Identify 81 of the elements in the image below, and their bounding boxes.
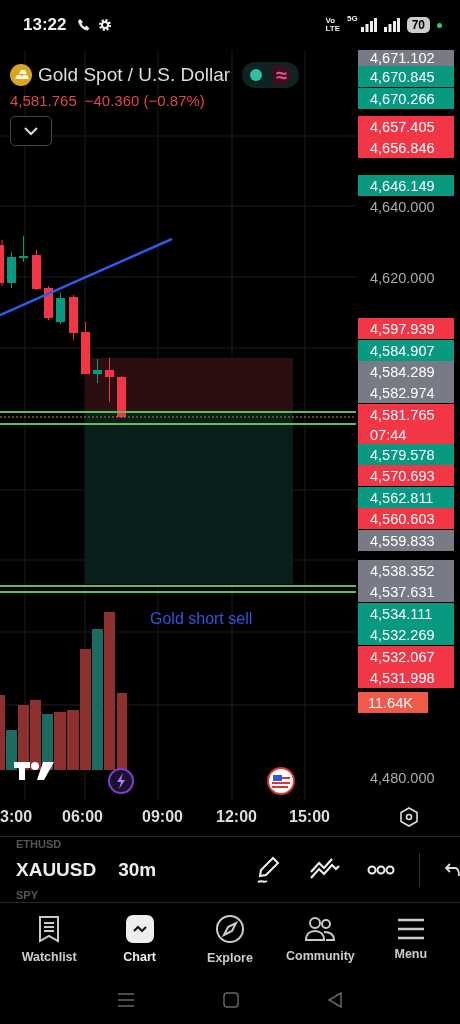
signal-icon [383,18,400,32]
time-axis-label: 15:00 [289,808,330,826]
price-axis-label: 4,620.000 [369,268,436,288]
chevron-down-icon [24,126,38,136]
volume-bar [30,700,41,770]
chart-icon [125,914,154,943]
clock: 13:22 [23,15,67,35]
interval-selector[interactable]: 30m [118,858,157,881]
candlestick [56,292,65,325]
back-icon[interactable] [327,992,343,1008]
price-tag: 4,532.067 [358,646,454,667]
volte-indicator: Vo LTE [325,17,340,33]
price-axis-label: 4,480.000 [369,768,436,788]
price-tag: 4,532.269 [358,624,454,645]
price-tag: 4,562.811 [358,487,454,508]
candlestick [105,357,114,403]
network-type: 5G [346,14,358,23]
price-tag: 4,657.405 [358,116,454,137]
price-tag: 4,646.149 [358,175,454,196]
settings-icon[interactable] [399,807,419,827]
nav-tab[interactable]: Menu [365,903,457,975]
logo-icon [13,760,55,782]
phone-icon [77,18,92,32]
privacy-dot [437,22,442,28]
time-axis-label: 3:00 [0,808,33,826]
volume-bar [54,712,66,770]
price-tag: 4,579.578 [358,444,454,465]
symbol-name: Gold Spot / U.S. Dollar [38,64,231,86]
price-tag: 4,597.939 [358,318,454,339]
settings-icon [98,18,113,32]
bullion-icon [10,64,32,86]
lightning-icon[interactable] [108,768,134,794]
symbol-selector[interactable]: XAUUSD [16,858,97,881]
price-tag: 4,670.845 [358,66,454,87]
time-axis-label: 09:00 [142,808,183,826]
more-icon[interactable] [367,864,395,875]
nav-tab[interactable]: Watchlist [4,903,95,975]
price-tag: 4,671.102 [358,50,454,66]
price-tag: 4,534.111 [358,603,454,624]
candlestick [19,235,28,263]
flag-icon[interactable] [267,767,295,795]
battery-level: 70 [406,17,430,33]
document-icon [37,914,62,943]
people-icon [304,915,337,942]
menu-icon [396,917,425,940]
price-tag: 4,531.998 [358,667,454,688]
candlestick [7,251,16,289]
nav-tab[interactable]: Explore [184,903,276,975]
candlestick [93,358,102,384]
candlestick [69,294,78,341]
price-tag: 4,584.907 [358,340,454,361]
candlestick [117,375,126,419]
signal-icon [360,18,377,32]
candlestick [0,239,4,287]
price-change: −40.360 (−0.87%) [84,92,205,109]
price-tag: 4,560.603 [358,508,454,529]
price-tag: 4,582.974 [358,382,454,403]
price-tag: 4,670.266 [358,88,454,109]
candlestick [81,321,90,375]
price-tag: 4,656.846 [358,137,454,158]
compass-icon [215,913,245,944]
time-axis-label: 06:00 [62,808,103,826]
undo-icon[interactable] [444,861,460,878]
price-tag: 4,559.833 [358,530,454,551]
nav-tab[interactable]: Community [275,903,366,975]
candlestick [32,249,41,291]
price-axis-label: 4,640.000 [369,197,436,217]
price-tag: 4,581.765 07:44 [358,404,454,445]
price-tag: 4,570.693 [358,465,454,486]
candlestick [44,285,53,321]
price-tag: 4,584.289 [358,361,454,382]
home-icon[interactable] [223,992,239,1008]
nav-tab[interactable]: Chart [94,903,185,975]
price-tag: 4,537.631 [358,581,454,602]
last-price: 4,581.765 [10,92,77,109]
chart-note: Gold short sell [150,610,253,628]
volume-tag: 11.64K [358,692,428,713]
time-axis-label: 12:00 [216,808,257,826]
expand-button[interactable] [10,116,52,146]
market-status-pill[interactable]: ≈ [242,62,300,88]
price-tag: 4,538.352 [358,560,454,581]
